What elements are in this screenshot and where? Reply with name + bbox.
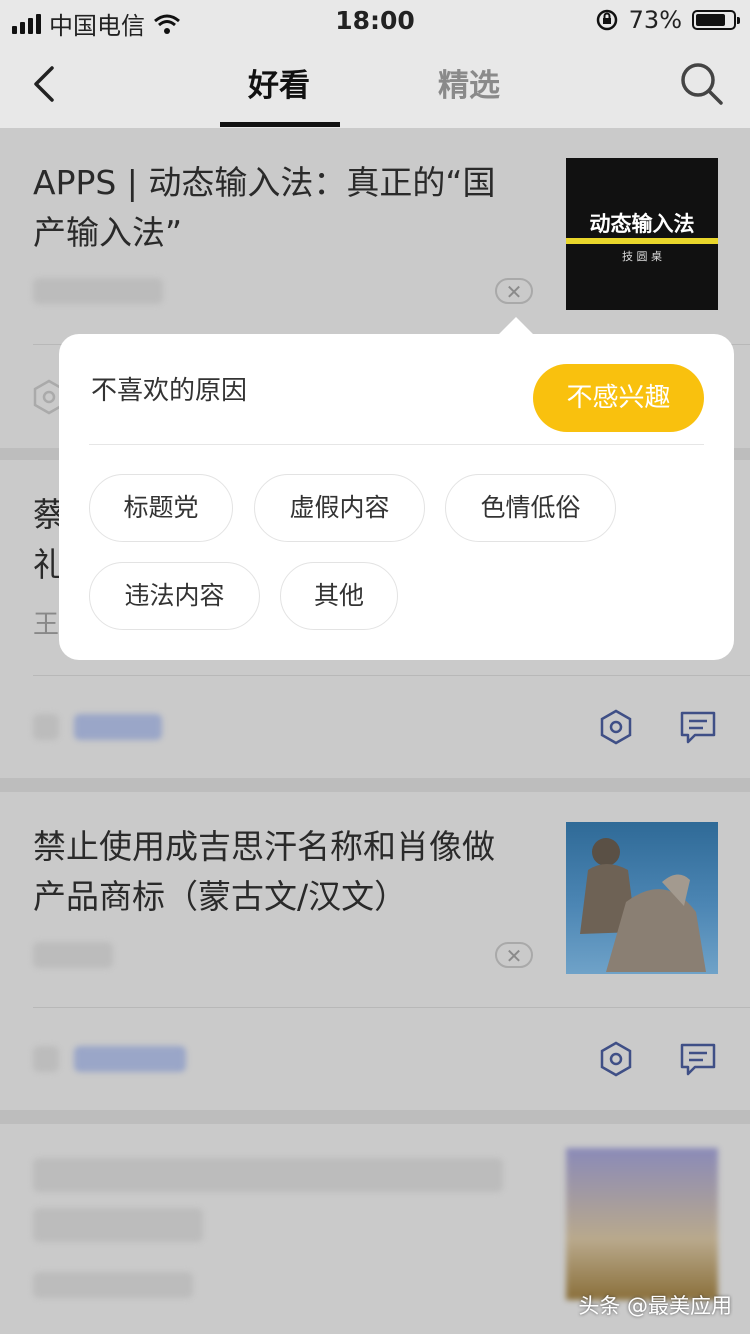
- thumbnail-highlight-bar: [566, 238, 718, 244]
- popup-title: 不喜欢的原因: [91, 376, 248, 406]
- divider: [33, 675, 750, 676]
- channel-avatar-blurred: [33, 1046, 59, 1072]
- dislike-reason-popup: 不喜欢的原因 不感兴趣 标题党 虚假内容 色情低俗 违法内容 其他: [59, 317, 734, 660]
- article-card[interactable]: 禁止使用成吉思汗名称和肖像做 产品商标（蒙古文/汉文） ✕: [0, 792, 750, 1110]
- article-author: 王: [33, 610, 60, 640]
- dislike-button[interactable]: ✕: [495, 942, 533, 968]
- feed: APPS | 动态输入法：真正的“国 产输入法” ✕ 动态输入法 技 圆 桌 蔡…: [0, 128, 750, 1334]
- divider: [33, 1007, 750, 1008]
- comment-icon[interactable]: [679, 708, 717, 746]
- article-thumbnail: [566, 1148, 718, 1300]
- reason-vulgar[interactable]: 色情低俗: [445, 474, 616, 542]
- article-title-line: 产输入法”: [33, 213, 183, 252]
- battery-icon: [692, 10, 740, 30]
- article-thumbnail: 动态输入法 技 圆 桌: [566, 158, 718, 310]
- article-title-line: APPS | 动态输入法：真正的“国: [33, 163, 496, 202]
- divider: [89, 444, 704, 445]
- article-source-blurred: [33, 1272, 193, 1298]
- channel-avatar-blurred: [33, 714, 59, 740]
- tab-jingxuan[interactable]: 精选: [438, 60, 500, 105]
- channel-name-blurred[interactable]: [74, 714, 162, 740]
- article-title-line: 产品商标（蒙古文/汉文）: [33, 877, 408, 916]
- battery-percent: 73%: [628, 6, 682, 34]
- rotation-lock-icon: [596, 9, 617, 31]
- article-thumbnail: [566, 822, 718, 974]
- channel-name-blurred[interactable]: [74, 1046, 186, 1072]
- share-icon[interactable]: [597, 708, 635, 746]
- status-bar: 中国电信 18:00 73%: [0, 0, 750, 42]
- back-arrow-icon[interactable]: [26, 62, 66, 106]
- statue-image: [580, 838, 706, 972]
- nav-bar: 好看 精选: [0, 42, 750, 128]
- thumbnail-subcaption: 技 圆 桌: [622, 250, 662, 263]
- not-interested-button[interactable]: 不感兴趣: [533, 364, 704, 432]
- watermark: 头条 @最美应用: [578, 1294, 732, 1318]
- reason-false-content[interactable]: 虚假内容: [254, 474, 425, 542]
- status-right: 73%: [595, 6, 740, 34]
- search-icon[interactable]: [678, 60, 724, 106]
- reason-clickbait[interactable]: 标题党: [89, 474, 233, 542]
- thumbnail-caption: 动态输入法: [589, 212, 695, 236]
- comment-icon[interactable]: [679, 1040, 717, 1078]
- article-title-blurred: [33, 1208, 203, 1242]
- tab-haokan[interactable]: 好看: [248, 60, 310, 105]
- article-source-blurred: [33, 942, 113, 968]
- share-icon[interactable]: [597, 1040, 635, 1078]
- article-title-line: 禁止使用成吉思汗名称和肖像做: [33, 827, 495, 866]
- reason-illegal-content[interactable]: 违法内容: [89, 562, 260, 630]
- dislike-button[interactable]: ✕: [495, 278, 533, 304]
- active-tab-indicator: [220, 122, 340, 127]
- reason-other[interactable]: 其他: [280, 562, 398, 630]
- article-source-blurred: [33, 278, 163, 304]
- article-title-blurred: [33, 1158, 503, 1192]
